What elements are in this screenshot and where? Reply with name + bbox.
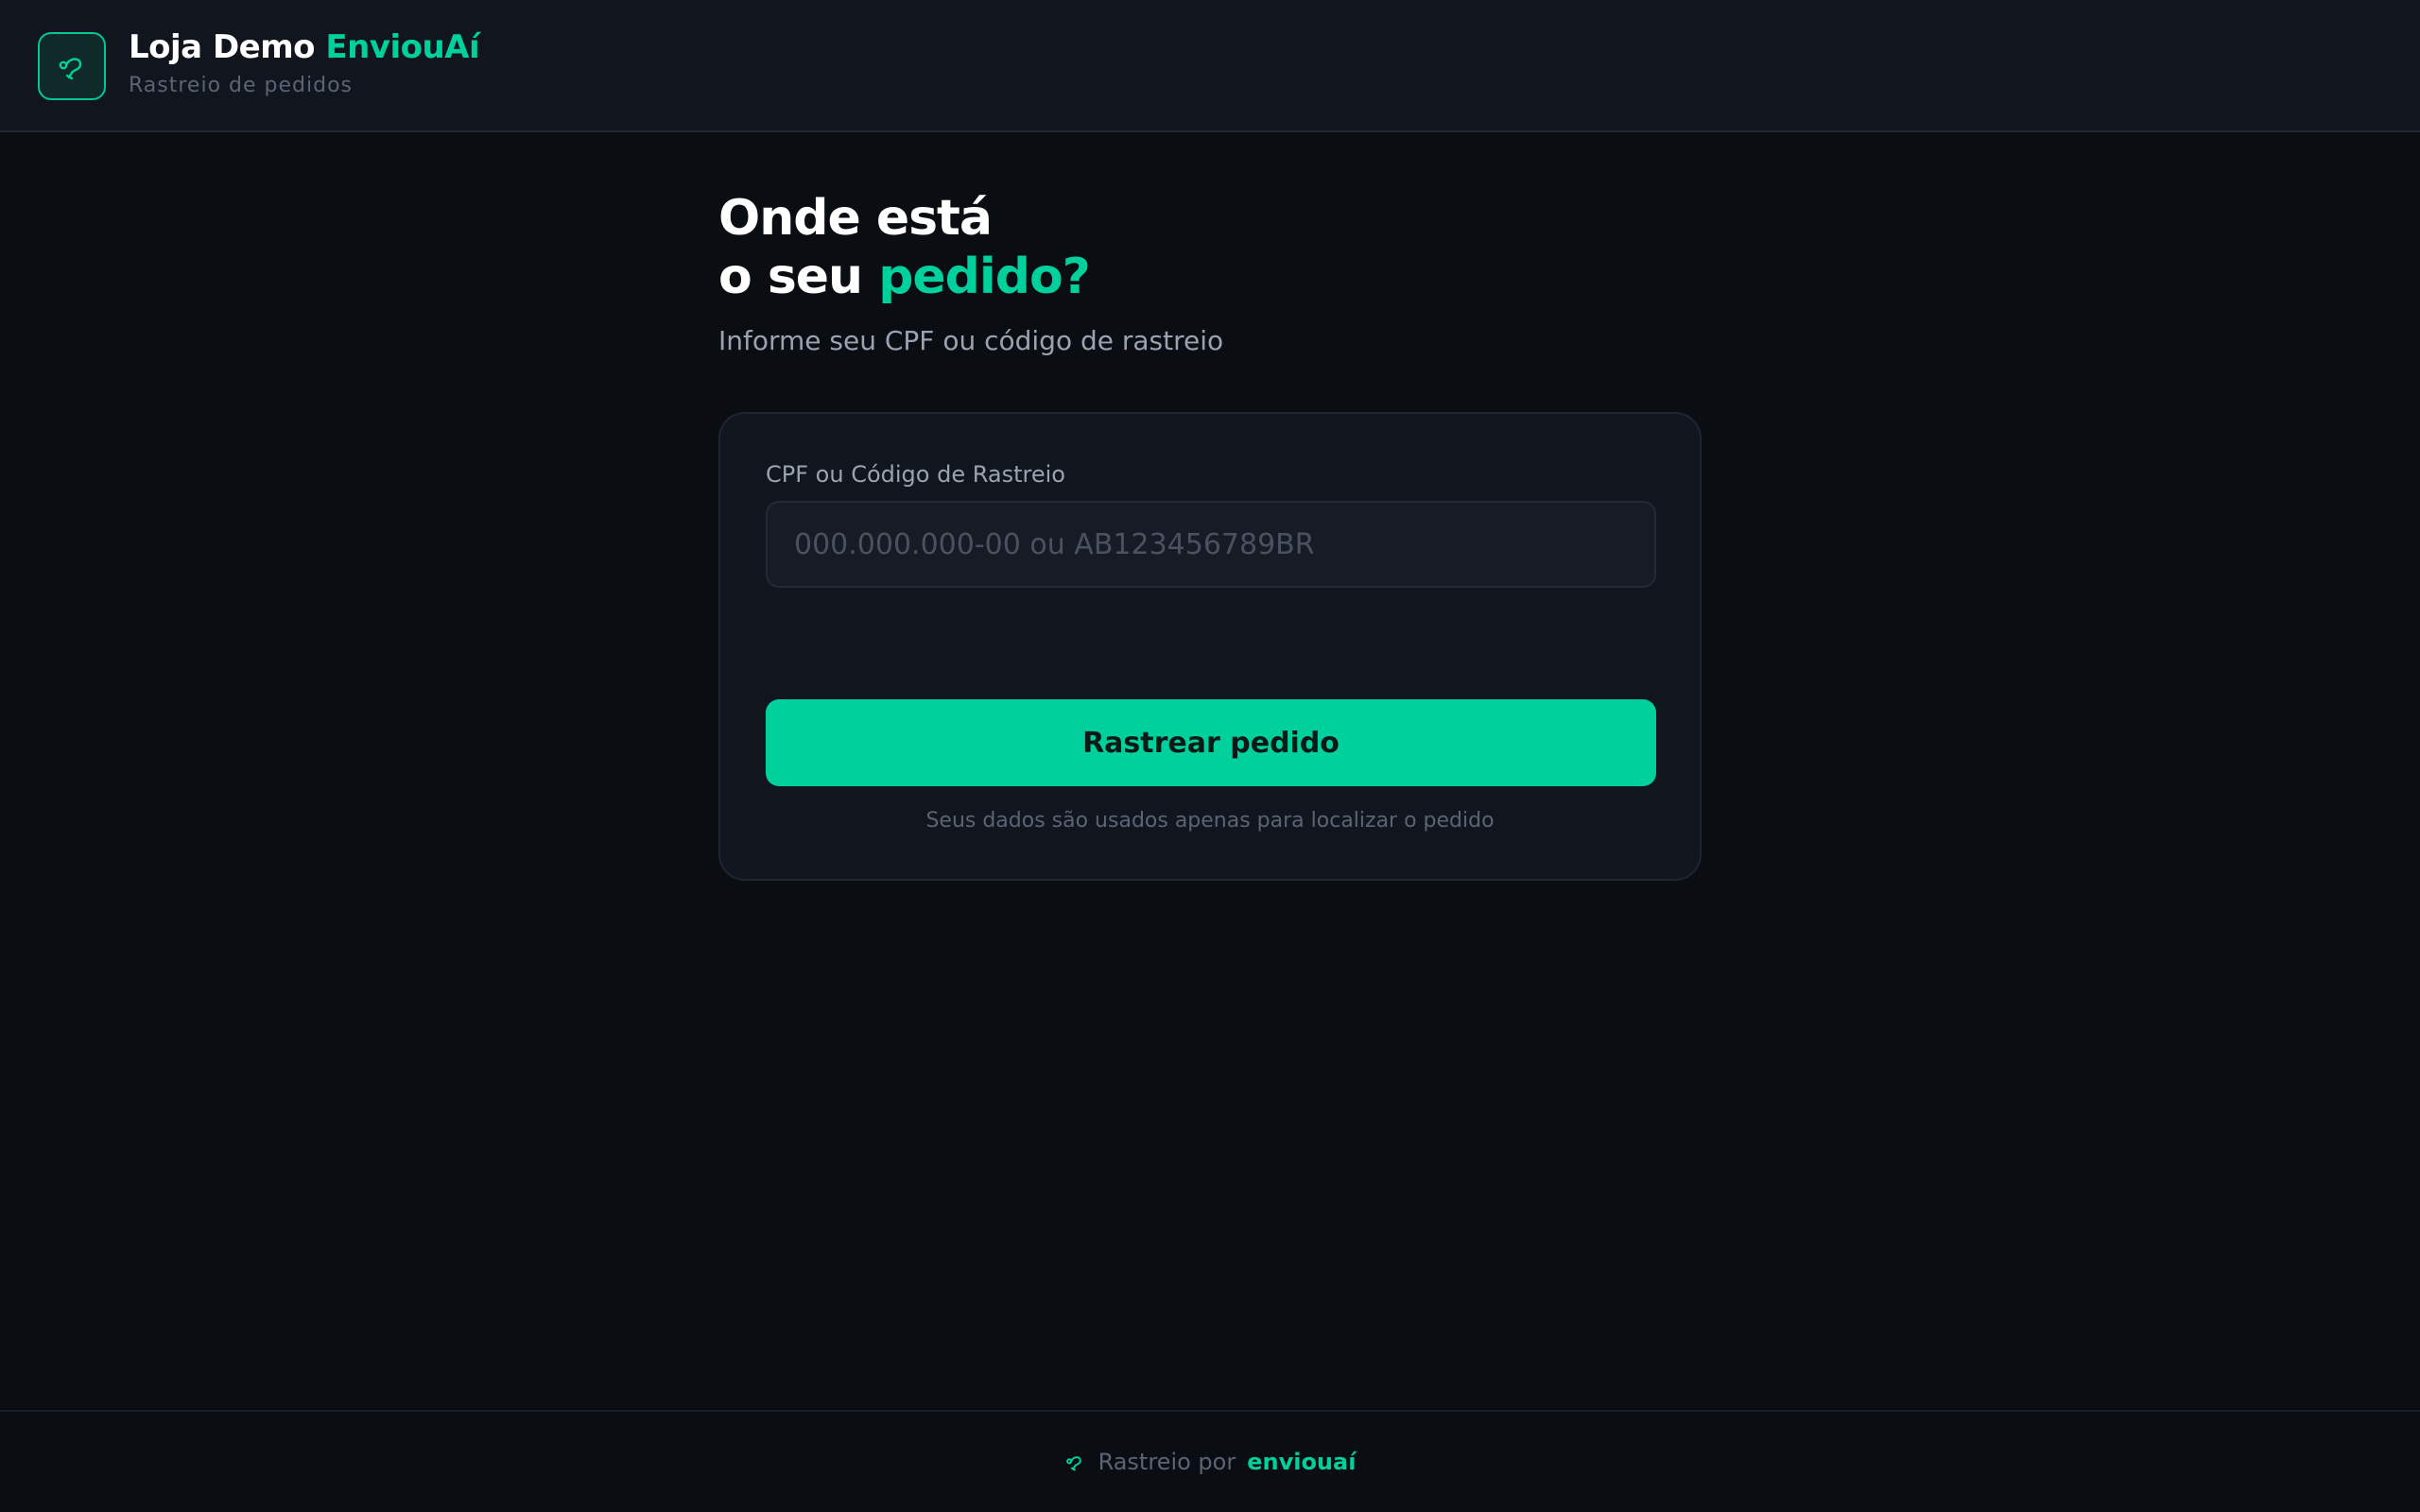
page-subtitle: Informe seu CPF ou código de rastreio (718, 325, 1224, 356)
title-line-1: Onde está (718, 190, 993, 247)
header-subtitle: Rastreio de pedidos (129, 74, 353, 97)
store-name: Loja Demo (129, 28, 316, 66)
title-line-2-prefix: o seu (718, 249, 863, 305)
store-title: Loja Demo EnviouAí (129, 28, 480, 66)
app-header: Loja Demo EnviouAí Rastreio de pedidos (0, 0, 2420, 132)
footer-brand-link[interactable]: enviouaí (1247, 1449, 1356, 1475)
page-title: Onde está o seu pedido? (718, 189, 1091, 306)
tracking-route-icon (59, 58, 82, 80)
privacy-note: Seus dados são usados apenas para locali… (925, 809, 1495, 833)
tracking-field-label: CPF ou Código de Rastreio (766, 461, 1065, 488)
brand-name: EnviouAí (325, 28, 480, 66)
tracking-code-input[interactable] (766, 501, 1656, 588)
page-footer: Rastreio por enviouaí (0, 1410, 2420, 1512)
track-order-button[interactable]: Rastrear pedido (766, 699, 1656, 786)
tracking-form-card: CPF ou Código de Rastreio Rastrear pedid… (718, 412, 1702, 881)
title-line-2-accent: pedido? (878, 249, 1091, 305)
footer-icon-wrapper (1064, 1452, 1085, 1472)
logo-badge (38, 32, 106, 100)
footer-credit: Rastreio por enviouaí (1064, 1449, 1356, 1475)
footer-prefix: Rastreio por (1098, 1449, 1236, 1475)
tracking-route-icon (1065, 1456, 1081, 1471)
